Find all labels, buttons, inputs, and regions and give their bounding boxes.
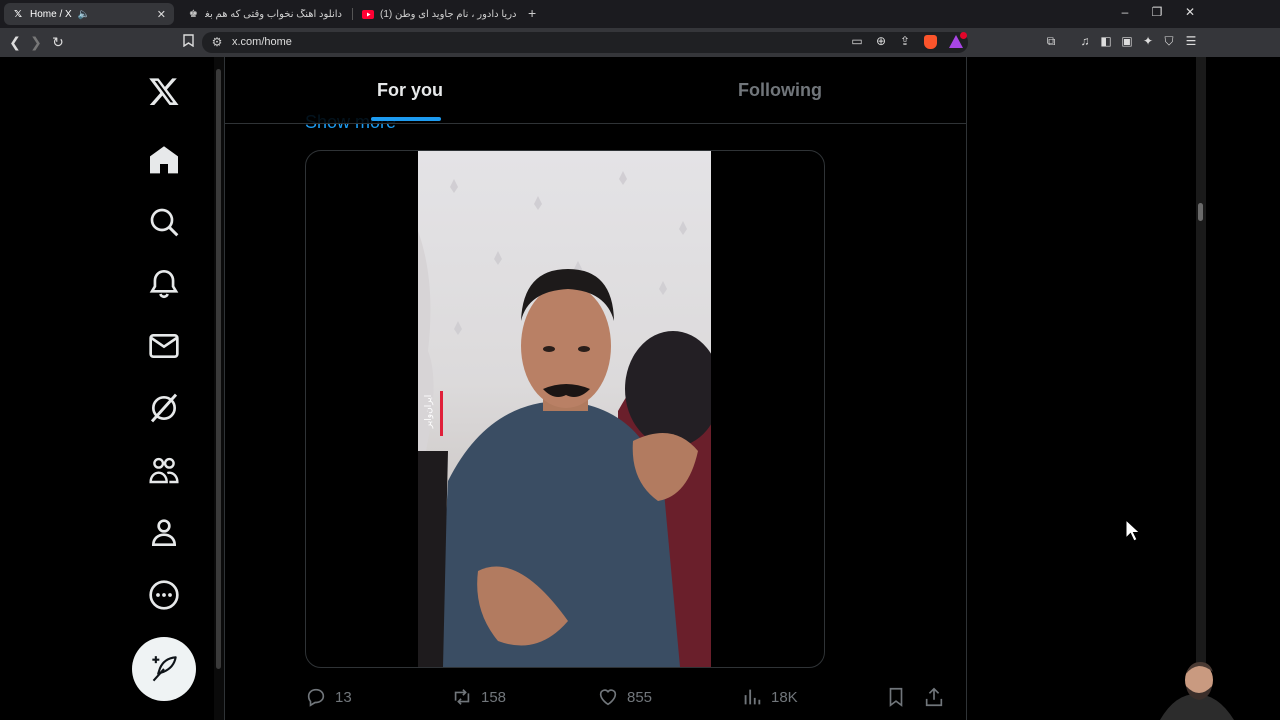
media-icon[interactable]: ♫ — [1077, 34, 1093, 48]
video-watermark: ایران‌وایر — [423, 394, 434, 429]
reply-icon — [307, 688, 325, 707]
views-count: 18K — [771, 688, 798, 706]
timeline-tabs: For you Following — [225, 57, 966, 124]
timeline-column: Show more — [224, 57, 967, 720]
bookmark-icon — [889, 687, 903, 707]
compose-post-button[interactable] — [132, 637, 196, 701]
vpn-icon[interactable]: ⛉ — [1161, 34, 1177, 49]
nav-home[interactable] — [130, 136, 198, 184]
volume-icon: 🔈 — [77, 8, 90, 20]
minimize-button[interactable]: – — [1115, 5, 1135, 19]
restore-button[interactable]: ❐ — [1147, 5, 1167, 19]
zoom-icon[interactable]: ⊕ — [873, 34, 889, 48]
tab-label: For you — [377, 79, 443, 100]
tab-following[interactable]: Following — [595, 57, 965, 123]
x-logo-link[interactable] — [130, 67, 198, 115]
browser-toolbar: ❮ ❯ ↻ ⚙ x.com/home ▭ ⊕ ⇪ ⧉ ♫ ◧ ▣ ✦ ⛉ ☰ — [0, 28, 1280, 57]
menu-icon[interactable]: ☰ — [1183, 34, 1199, 48]
nav-more[interactable] — [130, 571, 198, 619]
forward-icon[interactable]: ❯ — [28, 34, 44, 51]
repost-icon — [454, 689, 470, 705]
brave-rewards-icon[interactable] — [949, 32, 967, 49]
repost-count: 158 — [481, 688, 507, 706]
reply-button[interactable]: 13 — [305, 683, 352, 711]
tab-label: Following — [738, 79, 822, 100]
x-logo-icon — [149, 78, 179, 105]
nav-messages[interactable] — [130, 322, 198, 370]
views-chart-icon — [744, 689, 761, 705]
desktop-area — [1206, 57, 1280, 720]
tab-title: Home / X — [30, 8, 72, 20]
bookmark-page-icon[interactable] — [180, 34, 196, 50]
bell-icon — [149, 269, 179, 299]
share-icon[interactable]: ⇪ — [897, 34, 913, 48]
tab-title: (1) دریا دادور ، نام جاوید ای وطن 🤍💚🤍 — [380, 8, 516, 20]
cast-icon[interactable]: ▭ — [849, 34, 865, 48]
sidebar-toggle-icon[interactable]: ◧ — [1098, 34, 1114, 48]
browser-tab-music[interactable]: ♚ دانلود آهنگ نخواب وقتی که هم بغضت — [180, 3, 350, 25]
x-logo-icon: 𝕏 — [13, 8, 23, 20]
heart-icon — [599, 689, 617, 706]
person-icon — [151, 519, 177, 546]
back-icon[interactable]: ❮ — [7, 34, 23, 51]
close-tab-icon[interactable]: ✕ — [157, 8, 166, 21]
browser-tab-x-home[interactable]: 𝕏 Home / X 🔈 ✕ — [4, 3, 174, 25]
people-icon — [149, 457, 179, 484]
tab-title: دانلود آهنگ نخواب وقتی که هم بغضت — [205, 8, 342, 20]
video-frame-image — [418, 171, 711, 667]
new-tab-button[interactable]: + — [528, 5, 536, 21]
nav-explore[interactable] — [130, 198, 198, 246]
webcam-overlay — [1150, 654, 1242, 720]
tab-separator — [352, 8, 353, 20]
youtube-icon — [362, 8, 374, 20]
page-scrollbar[interactable] — [1196, 57, 1206, 720]
reply-count: 13 — [335, 688, 352, 706]
post-video[interactable]: ایران‌وایر — [418, 151, 711, 667]
more-icon — [149, 580, 179, 610]
leo-ai-icon[interactable]: ✦ — [1140, 34, 1156, 48]
screenshot-icon[interactable]: ⧉ — [1043, 34, 1059, 49]
brave-shields-icon[interactable] — [924, 35, 937, 49]
active-tab-indicator — [371, 117, 441, 121]
primary-nav — [130, 57, 200, 720]
nav-grok[interactable] — [130, 384, 198, 432]
repost-button[interactable]: 158 — [451, 683, 506, 711]
post-media[interactable]: ایران‌وایر — [305, 150, 825, 668]
share-icon — [925, 687, 943, 707]
nav-communities[interactable] — [130, 446, 198, 494]
search-icon — [150, 208, 179, 237]
nav-profile[interactable] — [130, 508, 198, 556]
nav-scrollbar[interactable] — [214, 57, 224, 720]
mouse-cursor-icon — [1125, 519, 1141, 542]
wallet-icon[interactable]: ▣ — [1119, 34, 1135, 48]
share-post-button[interactable] — [923, 683, 945, 711]
url-text[interactable]: x.com/home — [232, 36, 292, 48]
post-actions: 13 158 855 18K — [305, 683, 965, 711]
like-button[interactable]: 855 — [597, 683, 652, 711]
bookmark-button[interactable] — [885, 683, 907, 711]
music-site-icon: ♚ — [188, 8, 198, 20]
tab-for-you[interactable]: For you — [225, 57, 595, 123]
site-settings-icon[interactable]: ⚙ — [210, 35, 224, 49]
close-window-button[interactable]: ✕ — [1180, 5, 1200, 19]
nav-notifications[interactable] — [130, 260, 198, 308]
views-button[interactable]: 18K — [741, 683, 798, 711]
presenter-webcam-image — [1160, 662, 1234, 720]
home-icon — [150, 146, 178, 174]
reload-icon[interactable]: ↻ — [50, 34, 66, 51]
browser-tab-bar: 𝕏 Home / X 🔈 ✕ ♚ دانلود آهنگ نخواب وقتی … — [0, 0, 1280, 28]
x-page: Show more — [0, 57, 1196, 720]
browser-tab-youtube[interactable]: (1) دریا دادور ، نام جاوید ای وطن 🤍💚🤍 — [354, 3, 524, 25]
like-count: 855 — [627, 688, 653, 706]
grok-icon — [150, 393, 178, 423]
compose-feather-icon — [152, 656, 177, 682]
mail-icon — [149, 334, 179, 358]
